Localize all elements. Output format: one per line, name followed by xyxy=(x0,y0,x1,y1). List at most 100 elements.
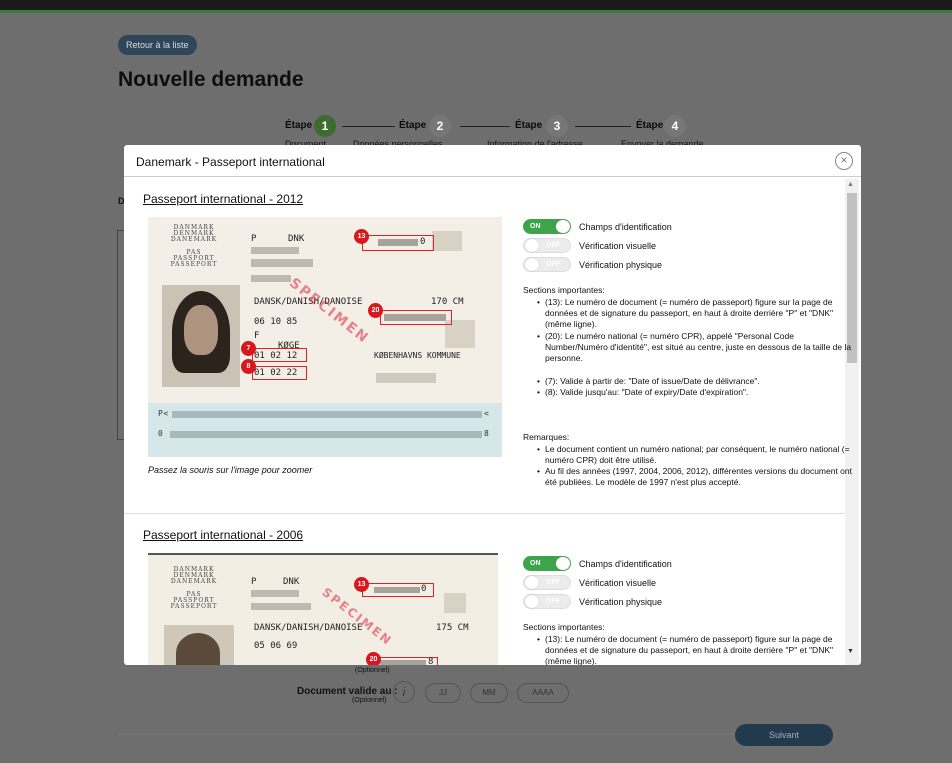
step-connector xyxy=(342,126,395,127)
divider xyxy=(118,734,834,735)
passport-sex: F xyxy=(254,331,260,341)
toggle-label: Vérification physique xyxy=(579,597,663,607)
passport-photo xyxy=(164,625,234,665)
mrz-line-1-end: < xyxy=(484,409,490,418)
toggle-label: Vérification visuelle xyxy=(579,578,657,588)
toggle-physical-check[interactable]: OFF xyxy=(523,594,571,609)
passport-country-block: DANMARK DENMARK DANEMARK xyxy=(170,566,218,585)
page-title: Nouvelle demande xyxy=(118,68,304,91)
blurred-field xyxy=(251,247,299,254)
next-button[interactable]: Suivant xyxy=(735,724,833,746)
passport-country-block: DANMARK DENMARK DANEMARK xyxy=(170,224,218,243)
signature-blur xyxy=(376,373,436,383)
valid-until-label: Document valide au : xyxy=(297,686,398,697)
highlight-box-7 xyxy=(252,348,307,362)
step-connector xyxy=(575,126,631,127)
toggle-knob xyxy=(525,258,539,271)
toggle-label: Vérification visuelle xyxy=(579,241,657,251)
mrz-zone: P< < 0 8 xyxy=(148,403,502,457)
doc-number-blur xyxy=(374,587,420,593)
toggle-state: ON xyxy=(530,223,541,230)
passport-height: 170 CM xyxy=(431,297,464,307)
passport-2012-image[interactable]: DANMARK DENMARK DANEMARK PAS PASSPORT PA… xyxy=(148,217,502,457)
section-text: (13): Le numéro de document (= numéro de… xyxy=(545,297,834,329)
toggle-visual-check[interactable]: OFF xyxy=(523,575,571,590)
section-item-8: • (8): Valide jusqu'au: "Date of expiry/D… xyxy=(537,387,749,397)
section-text: (20): Le numéro national (= numéro CPR),… xyxy=(545,331,852,363)
passport-number-end: 8 xyxy=(428,657,434,665)
step-label: Étape xyxy=(399,120,427,131)
highlight-box-8 xyxy=(252,366,307,380)
toggle-label: Vérification physique xyxy=(579,260,663,270)
passport-code: DNK xyxy=(283,577,300,587)
year-input[interactable]: AAAA xyxy=(517,683,569,703)
section-item-7: • (7): Valide à partir de: "Date of issue… xyxy=(537,376,760,386)
zoom-hint: Passez la souris sur l'image pour zoomer xyxy=(148,465,313,475)
toggle-identification-fields[interactable]: ON xyxy=(523,556,571,571)
specimen-watermark: SPECIMEN xyxy=(286,275,373,348)
badge-20: 20 xyxy=(366,652,381,665)
remark-item: • Le document contient un numéro national… xyxy=(537,444,850,465)
toggle-label: Champs d'identification xyxy=(579,559,672,569)
toggle-label: Champs d'identification xyxy=(579,222,672,232)
back-to-list-button[interactable]: Retour à la liste xyxy=(118,35,197,55)
passport-2006-title[interactable]: Passeport international - 2006 xyxy=(143,528,303,542)
hologram xyxy=(432,231,462,251)
toggle-state: OFF xyxy=(546,261,560,268)
blurred-field xyxy=(251,259,313,267)
step-label: Étape xyxy=(515,120,543,131)
toggle-state: OFF xyxy=(546,579,560,586)
day-input[interactable]: JJ xyxy=(425,683,461,703)
passport-doc-block: PAS PASSPORT PASSEPORT xyxy=(170,249,218,268)
card-divider xyxy=(124,513,845,514)
hologram xyxy=(444,593,466,613)
modal-title: Danemark - Passeport international xyxy=(136,155,325,169)
important-sections-heading: Sections importantes: xyxy=(523,285,605,295)
passport-type: P xyxy=(251,577,257,587)
passport-photo xyxy=(162,285,240,387)
toggle-physical-check[interactable]: OFF xyxy=(523,257,571,272)
step-number: 1 xyxy=(314,115,336,137)
mrz-line-1-start: P< xyxy=(158,409,169,418)
blurred-field xyxy=(251,275,291,282)
cpr-number-blur xyxy=(380,660,426,665)
toggle-state: OFF xyxy=(546,598,560,605)
passport-nationality: DANSK/DANISH/DANOISE xyxy=(254,623,363,633)
month-input[interactable]: MM xyxy=(470,683,508,703)
toggle-visual-check[interactable]: OFF xyxy=(523,238,571,253)
passport-type: P xyxy=(251,234,257,244)
blurred-field xyxy=(251,603,311,610)
modal-header: Danemark - Passeport international × xyxy=(124,145,861,177)
toggle-knob xyxy=(556,557,570,570)
remarks-heading: Remarques: xyxy=(523,432,570,442)
passport-2006-image[interactable]: DANMARK DENMARK DANEMARK PAS PASSPORT PA… xyxy=(148,553,498,665)
mrz-line-1-blur xyxy=(172,411,482,418)
section-text: (8): Valide jusqu'au: "Date of expiry/Da… xyxy=(545,387,749,397)
optional-note: (Optionnel) xyxy=(355,667,390,674)
top-bar xyxy=(0,0,952,13)
close-icon[interactable]: × xyxy=(835,152,853,170)
step-label: Étape xyxy=(285,120,313,131)
info-icon[interactable]: i xyxy=(393,681,415,703)
passport-authority: KØBENHAVNS KOMMUNE xyxy=(374,351,461,360)
badge-20: 20 xyxy=(368,303,383,318)
mrz-line-2-blur xyxy=(170,431,482,438)
passport-height: 175 CM xyxy=(436,623,469,633)
step-number: 2 xyxy=(429,115,451,137)
passport-doc-block: PAS PASSPORT PASSEPORT xyxy=(170,591,218,610)
valid-until-optional: (Optionnel) xyxy=(352,697,387,704)
step-number: 3 xyxy=(546,115,568,137)
remark-text: Au fil des années (1997, 2004, 2006, 201… xyxy=(545,466,852,487)
toggle-state: OFF xyxy=(546,242,560,249)
remark-item: • Au fil des années (1997, 2004, 2006, 20… xyxy=(537,466,852,487)
section-text: (13): Le numéro de document (= numéro de… xyxy=(545,634,834,665)
toggle-knob xyxy=(525,595,539,608)
important-sections-heading: Sections importantes: xyxy=(523,622,605,632)
scroll-up-arrow-icon[interactable]: ▲ xyxy=(847,181,854,188)
passport-2012-title[interactable]: Passeport international - 2012 xyxy=(143,192,303,206)
step-label: Étape xyxy=(636,120,664,131)
toggle-identification-fields[interactable]: ON xyxy=(523,219,571,234)
toggle-knob xyxy=(525,239,539,252)
section-item-13: • (13): Le numéro de document (= numéro d… xyxy=(537,297,834,329)
toggle-knob xyxy=(525,576,539,589)
